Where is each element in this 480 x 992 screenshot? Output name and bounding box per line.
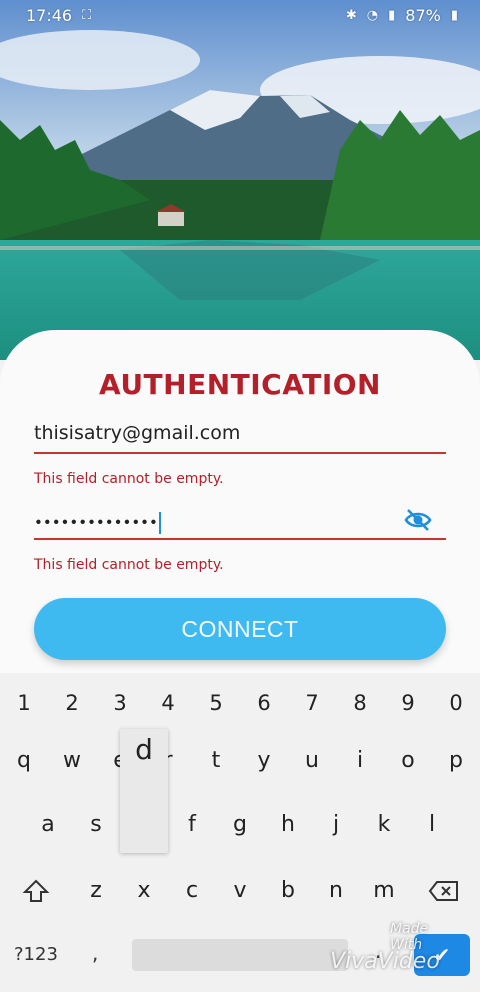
key-z[interactable]: z <box>72 863 120 919</box>
wifi-icon: ◔ <box>366 7 379 23</box>
password-field[interactable]: •••••••••••••• <box>34 500 446 540</box>
key-p[interactable]: p <box>432 733 480 789</box>
password-dots: •••••••••••••• <box>34 513 158 532</box>
key-b[interactable]: b <box>264 863 312 919</box>
bluetooth-icon: ✱ <box>345 7 357 23</box>
shift-key[interactable] <box>12 863 60 919</box>
connect-button[interactable]: CONNECT <box>34 598 446 660</box>
key-h[interactable]: h <box>264 797 312 853</box>
page-title: AUTHENTICATION <box>99 368 381 401</box>
key-d-pressed[interactable]: d <box>120 729 168 853</box>
key-y[interactable]: y <box>240 733 288 789</box>
key-l[interactable]: l <box>408 797 456 853</box>
space-bar[interactable] <box>132 939 348 971</box>
key-w[interactable]: w <box>48 733 96 789</box>
key-x[interactable]: x <box>120 863 168 919</box>
eye-off-icon[interactable] <box>404 506 432 534</box>
email-input-value[interactable]: thisisatry@gmail.com <box>34 422 240 444</box>
backspace-icon <box>428 881 458 901</box>
keyboard-row-bottom: z x c v b n m <box>0 863 480 919</box>
key-v[interactable]: v <box>216 863 264 919</box>
key-9[interactable]: 9 <box>384 675 432 731</box>
keyboard-row-top: q w e r t y u i o p <box>0 733 480 789</box>
key-j[interactable]: j <box>312 797 360 853</box>
watermark-line1: Made With <box>390 921 429 953</box>
shift-icon <box>22 879 50 902</box>
battery-percent: 87% <box>405 5 441 25</box>
key-a[interactable]: a <box>24 797 72 853</box>
key-u[interactable]: u <box>288 733 336 789</box>
video-watermark: Made With VivaVideo <box>330 921 440 974</box>
key-f[interactable]: f <box>168 797 216 853</box>
key-d-label: d <box>135 733 153 766</box>
email-field[interactable]: thisisatry@gmail.com <box>34 414 446 454</box>
password-input-value[interactable]: •••••••••••••• <box>34 512 161 534</box>
key-2[interactable]: 2 <box>48 675 96 731</box>
battery-icon: ▮ <box>450 7 458 23</box>
key-q[interactable]: q <box>0 733 48 789</box>
comma-key[interactable]: , <box>92 941 98 965</box>
signal-icon: ▮ <box>388 7 396 23</box>
key-6[interactable]: 6 <box>240 675 288 731</box>
clock: 17:46 <box>26 5 73 25</box>
status-bar: 17:46 ⛶ ✱ ◔ ▮ 87% ▮ <box>0 0 480 30</box>
email-error-message: This field cannot be empty. <box>34 471 224 487</box>
key-1[interactable]: 1 <box>0 675 48 731</box>
key-5[interactable]: 5 <box>192 675 240 731</box>
key-n[interactable]: n <box>312 863 360 919</box>
screenshot-icon: ⛶ <box>82 7 92 23</box>
auth-card: AUTHENTICATION thisisatry@gmail.com This… <box>0 330 480 675</box>
symbols-key[interactable]: ?123 <box>14 939 58 971</box>
key-0[interactable]: 0 <box>432 675 480 731</box>
key-i[interactable]: i <box>336 733 384 789</box>
text-caret <box>158 512 161 534</box>
key-k[interactable]: k <box>360 797 408 853</box>
key-8[interactable]: 8 <box>336 675 384 731</box>
key-o[interactable]: o <box>384 733 432 789</box>
key-m[interactable]: m <box>360 863 408 919</box>
key-4[interactable]: 4 <box>144 675 192 731</box>
key-g[interactable]: g <box>216 797 264 853</box>
password-error-message: This field cannot be empty. <box>34 557 224 573</box>
keyboard-row-middle: a s f g h j k l <box>0 797 480 853</box>
background-landscape-image <box>0 0 480 360</box>
backspace-key[interactable] <box>420 863 468 919</box>
key-c[interactable]: c <box>168 863 216 919</box>
key-3[interactable]: 3 <box>96 675 144 731</box>
key-t[interactable]: t <box>192 733 240 789</box>
key-7[interactable]: 7 <box>288 675 336 731</box>
on-screen-keyboard: 1 2 3 4 5 6 7 8 9 0 q w e r t y u i o p … <box>0 673 480 992</box>
key-s[interactable]: s <box>72 797 120 853</box>
keyboard-row-numbers: 1 2 3 4 5 6 7 8 9 0 <box>0 675 480 731</box>
